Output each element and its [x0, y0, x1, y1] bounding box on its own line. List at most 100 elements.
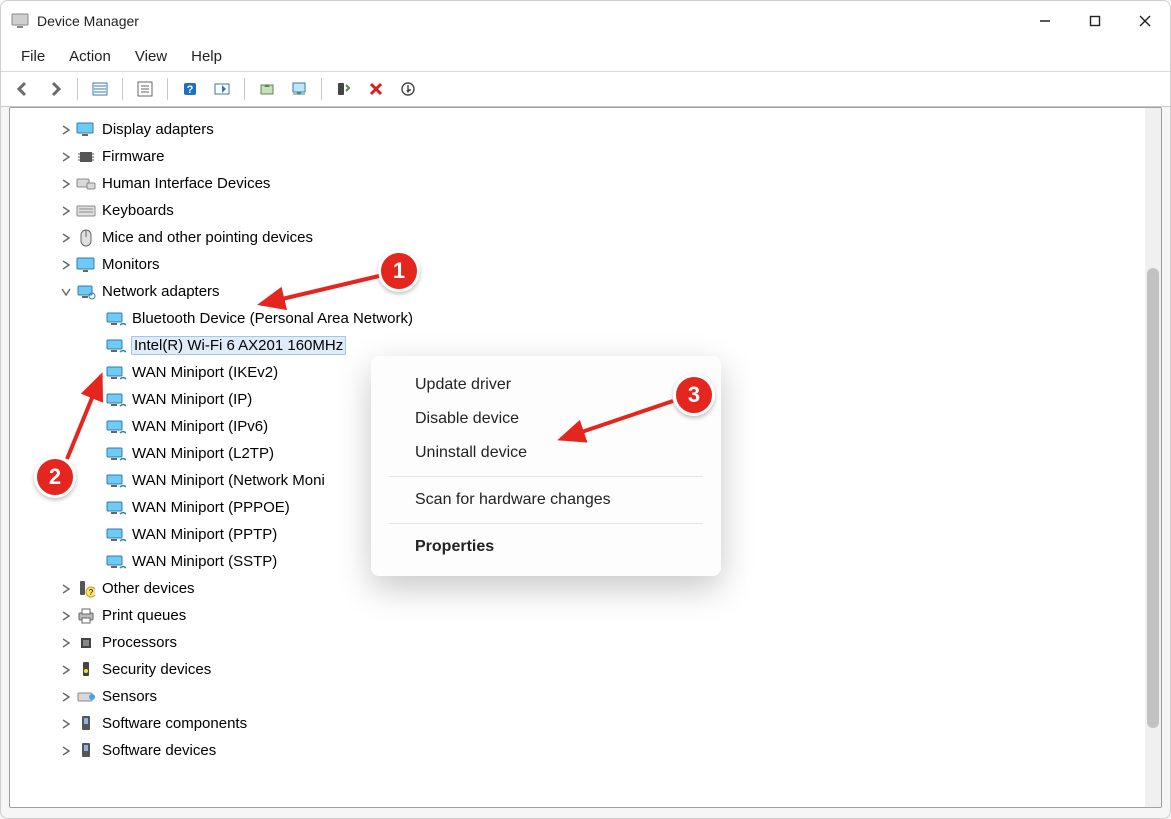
category-label: Human Interface Devices [101, 174, 271, 193]
tree-category[interactable]: Human Interface Devices [10, 170, 1145, 197]
chevron-right-icon[interactable] [60, 259, 72, 271]
category-icon [76, 175, 96, 193]
chevron-right-icon[interactable] [60, 583, 72, 595]
chevron-right-icon[interactable] [60, 205, 72, 217]
context-menu-separator [389, 476, 703, 477]
category-label: Software devices [101, 741, 217, 760]
chevron-right-icon[interactable] [60, 664, 72, 676]
forward-button[interactable] [41, 75, 69, 103]
back-button[interactable] [9, 75, 37, 103]
category-label: Display adapters [101, 120, 215, 139]
minimize-button[interactable] [1020, 1, 1070, 41]
tree-category[interactable]: Monitors [10, 251, 1145, 278]
chevron-right-icon[interactable] [60, 232, 72, 244]
toolbar-separator [77, 78, 78, 100]
device-label: WAN Miniport (Network Moni [131, 471, 326, 490]
uninstall-device-button[interactable] [285, 75, 313, 103]
maximize-button[interactable] [1070, 1, 1120, 41]
tree-category[interactable]: Security devices [10, 656, 1145, 683]
help-button[interactable]: ? [176, 75, 204, 103]
tree-category[interactable]: Display adapters [10, 116, 1145, 143]
tree-device[interactable]: Intel(R) Wi-Fi 6 AX201 160MHz [10, 332, 1145, 359]
chevron-right-icon[interactable] [60, 691, 72, 703]
device-label: WAN Miniport (IP) [131, 390, 253, 409]
toolbar-separator [244, 78, 245, 100]
chevron-right-icon[interactable] [60, 637, 72, 649]
svg-text:?: ? [187, 84, 194, 96]
category-icon [76, 661, 96, 679]
vertical-scrollbar[interactable] [1145, 108, 1161, 807]
device-label: Bluetooth Device (Personal Area Network) [131, 309, 414, 328]
device-manager-window: Device Manager File Action View Help ? D [0, 0, 1171, 819]
close-button[interactable] [1120, 1, 1170, 41]
category-label: Print queues [101, 606, 187, 625]
tree-category[interactable]: Print queues [10, 602, 1145, 629]
chevron-right-icon[interactable] [60, 151, 72, 163]
annotation-badge-2: 2 [34, 456, 76, 498]
chevron-right-icon[interactable] [60, 718, 72, 730]
tree-category[interactable]: Processors [10, 629, 1145, 656]
category-icon [76, 634, 96, 652]
category-label: Other devices [101, 579, 196, 598]
category-label: Firmware [101, 147, 166, 166]
chevron-right-icon[interactable] [60, 610, 72, 622]
tree-category[interactable]: ?Other devices [10, 575, 1145, 602]
enable-device-button[interactable] [330, 75, 358, 103]
category-icon [76, 607, 96, 625]
context-menu-item[interactable]: Uninstall device [371, 436, 721, 470]
category-icon [76, 229, 96, 247]
tree-device[interactable]: Bluetooth Device (Personal Area Network) [10, 305, 1145, 332]
tree-category[interactable]: Network adapters [10, 278, 1145, 305]
menu-action[interactable]: Action [57, 41, 123, 71]
disable-device-button[interactable] [362, 75, 390, 103]
device-icon [106, 499, 126, 517]
chevron-down-icon[interactable] [60, 286, 72, 298]
tree-category[interactable]: Firmware [10, 143, 1145, 170]
category-label: Sensors [101, 687, 158, 706]
device-label: WAN Miniport (IPv6) [131, 417, 269, 436]
titlebar: Device Manager [1, 1, 1170, 41]
menu-help[interactable]: Help [179, 41, 234, 71]
device-label: WAN Miniport (L2TP) [131, 444, 275, 463]
category-label: Software components [101, 714, 248, 733]
device-icon [106, 337, 126, 355]
tree-category[interactable]: Mice and other pointing devices [10, 224, 1145, 251]
tree-category[interactable]: Software components [10, 710, 1145, 737]
device-icon [106, 391, 126, 409]
scroll-thumb[interactable] [1147, 268, 1159, 728]
device-label: WAN Miniport (PPPOE) [131, 498, 291, 517]
context-menu-item[interactable]: Update driver [371, 368, 721, 402]
properties-button[interactable] [131, 75, 159, 103]
device-label: WAN Miniport (SSTP) [131, 552, 278, 571]
show-hidden-button[interactable] [86, 75, 114, 103]
category-icon [76, 715, 96, 733]
annotation-badge-1: 1 [378, 250, 420, 292]
device-label: Intel(R) Wi-Fi 6 AX201 160MHz [131, 336, 346, 355]
update-driver-button[interactable] [253, 75, 281, 103]
context-menu-item[interactable]: Properties [371, 530, 721, 564]
category-label: Security devices [101, 660, 212, 679]
menu-file[interactable]: File [9, 41, 57, 71]
chevron-right-icon[interactable] [60, 124, 72, 136]
remove-device-button[interactable] [394, 75, 422, 103]
category-label: Processors [101, 633, 178, 652]
tree-category[interactable]: Sensors [10, 683, 1145, 710]
context-menu-item[interactable]: Disable device [371, 402, 721, 436]
chevron-right-icon[interactable] [60, 178, 72, 190]
device-icon [106, 472, 126, 490]
window-title: Device Manager [37, 13, 1020, 29]
category-icon [76, 742, 96, 760]
menu-view[interactable]: View [123, 41, 179, 71]
scan-hardware-button[interactable] [208, 75, 236, 103]
toolbar-separator [167, 78, 168, 100]
category-icon [76, 121, 96, 139]
context-menu-item[interactable]: Scan for hardware changes [371, 483, 721, 517]
category-icon [76, 688, 96, 706]
tree-category[interactable]: Keyboards [10, 197, 1145, 224]
tree-category[interactable]: Software devices [10, 737, 1145, 764]
chevron-right-icon[interactable] [60, 745, 72, 757]
menubar: File Action View Help [1, 41, 1170, 71]
device-icon [106, 364, 126, 382]
device-icon [106, 418, 126, 436]
device-icon [106, 310, 126, 328]
